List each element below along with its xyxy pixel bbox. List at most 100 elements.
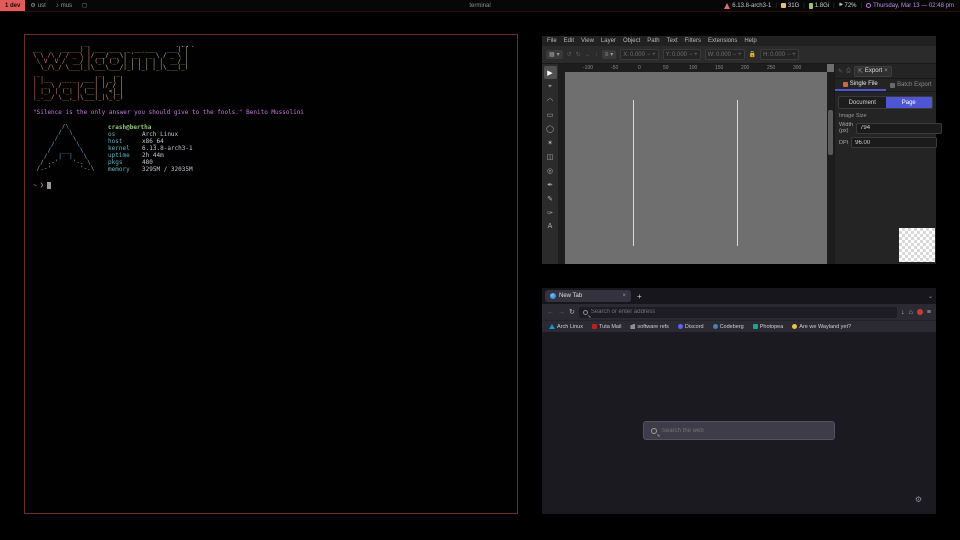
lock-ratio-icon[interactable]: 🔒 xyxy=(749,51,756,58)
tab-close-icon[interactable]: × xyxy=(622,293,626,299)
calligraphy-tool[interactable]: ✑ xyxy=(544,206,557,219)
single-file-tab[interactable]: Single File xyxy=(835,79,886,91)
new-tab-button[interactable]: + xyxy=(637,292,642,301)
arch-ascii-logo: /\ / \ / \ / \ / __ \ / | | \ / .-' '-. … xyxy=(33,124,98,173)
selector-tool[interactable]: ▶ xyxy=(544,66,557,79)
rectangle-tool[interactable]: ▭ xyxy=(544,108,557,121)
menu-text[interactable]: Text xyxy=(667,38,678,44)
export-dpi-input[interactable] xyxy=(851,137,937,148)
bookmark-folder-software-refs[interactable]: software refs xyxy=(630,324,668,330)
pencil-tool[interactable]: ✎ xyxy=(544,192,557,205)
folder-icon xyxy=(630,324,635,329)
browser-tab-new-tab[interactable]: New Tab × xyxy=(545,290,631,302)
url-input[interactable] xyxy=(591,309,893,315)
export-dialog-tab[interactable]: ⇱ Export × xyxy=(854,66,892,77)
codeberg-icon xyxy=(713,324,718,329)
bookmark-label: Codeberg xyxy=(720,324,744,330)
navigation-bar: ← → ↻ ↓ ⌂ ≡ xyxy=(542,304,936,320)
menu-path[interactable]: Path xyxy=(647,38,659,44)
bookmark-photopea[interactable]: Photopea xyxy=(753,324,784,330)
extension-badge-icon[interactable] xyxy=(917,309,923,315)
menu-layer[interactable]: Layer xyxy=(601,38,616,44)
forward-button[interactable]: → xyxy=(558,309,565,316)
menu-view[interactable]: View xyxy=(581,38,594,44)
batch-export-tab[interactable]: Batch Export xyxy=(886,79,937,91)
canvas-scrollbar[interactable] xyxy=(827,72,834,264)
selection-mode-dropdown[interactable]: ▦ ▾ xyxy=(546,50,563,59)
menu-button[interactable]: ≡ xyxy=(927,309,931,316)
stepper-buttons[interactable]: − + xyxy=(787,52,796,58)
document-scope-button[interactable]: Document xyxy=(839,97,886,108)
text-tool[interactable]: A xyxy=(544,220,557,233)
bookmark-tuta-mail[interactable]: Tuta Mail xyxy=(592,324,621,330)
w-value: 0.000 xyxy=(716,52,732,58)
workspace-ust[interactable]: ⚙ ust xyxy=(25,0,50,11)
workspace-mus[interactable]: ♪ mus xyxy=(51,0,77,11)
width-field[interactable]: W: 0.000 − + xyxy=(705,49,745,60)
export-tab-label: Export xyxy=(865,68,882,74)
align-icon: ≡ xyxy=(605,52,609,58)
rotate-cw-icon[interactable]: ↻ xyxy=(576,51,581,58)
terminal-window[interactable]: _ _ __ _____| | ___ ___ _ __ ___ ___| | … xyxy=(24,34,518,514)
menu-edit[interactable]: Edit xyxy=(564,38,574,44)
shape-builder-tool[interactable]: ◠ xyxy=(544,94,557,107)
page-scope-button[interactable]: Page xyxy=(886,97,933,108)
x-coordinate-field[interactable]: X: 0.000 − + xyxy=(620,49,658,60)
menu-extensions[interactable]: Extensions xyxy=(708,38,737,44)
bookmark-codeberg[interactable]: Codeberg xyxy=(713,324,744,330)
reload-button[interactable]: ↻ xyxy=(569,308,575,316)
bookmark-label: software refs xyxy=(637,324,668,330)
web-search-input[interactable] xyxy=(662,428,827,434)
shell-prompt[interactable]: ~ ❯ xyxy=(33,181,509,189)
url-bar[interactable] xyxy=(579,307,897,318)
spiral-tool[interactable]: ◎ xyxy=(544,164,557,177)
volume-module[interactable]: 🕪 72% xyxy=(839,2,857,9)
bookmark-label: Arch Linux xyxy=(557,324,583,330)
prompt-symbol: ❯ xyxy=(40,181,44,189)
menu-help[interactable]: Help xyxy=(744,38,756,44)
home-button[interactable]: ⌂ xyxy=(909,309,913,316)
align-dropdown[interactable]: ≡ ▾ xyxy=(602,50,617,59)
node-tool[interactable]: ⌖ xyxy=(544,80,557,93)
stepper-buttons[interactable]: − + xyxy=(733,52,742,58)
flip-horizontal-icon[interactable]: ↔ xyxy=(585,52,591,58)
newtab-settings-gear-icon[interactable]: ⚙ xyxy=(915,495,922,504)
stepper-buttons[interactable]: − + xyxy=(689,52,698,58)
web-search-box[interactable] xyxy=(643,421,835,440)
bookmark-label: Photopea xyxy=(760,324,784,330)
workspace-dev[interactable]: 1 dev xyxy=(0,0,25,11)
browser-window[interactable]: New Tab × + ⌄ ← → ↻ ↓ ⌂ ≡ Arch Linux Tut… xyxy=(542,288,936,514)
back-button[interactable]: ← xyxy=(547,309,554,316)
scrollbar-thumb[interactable] xyxy=(828,110,833,155)
stepper-buttons[interactable]: − + xyxy=(647,52,656,58)
ruler-tick: 0 xyxy=(638,65,641,71)
menu-object[interactable]: Object xyxy=(623,38,640,44)
art-accent-marks: ···· xyxy=(175,43,196,51)
close-icon[interactable]: × xyxy=(884,68,888,74)
downloads-button[interactable]: ↓ xyxy=(901,309,905,316)
printer-dialog-icon[interactable]: ⎙ xyxy=(846,68,851,75)
export-width-input[interactable] xyxy=(856,123,942,134)
rotate-ccw-icon[interactable]: ↺ xyxy=(567,51,572,58)
square-icon: ◻ xyxy=(82,2,87,9)
bookmark-discord[interactable]: Discord xyxy=(678,324,704,330)
user-host: crash@bertha xyxy=(108,124,193,131)
pen-tool[interactable]: ✒ xyxy=(544,178,557,191)
star-tool[interactable]: ✶ xyxy=(544,136,557,149)
image-size-heading: Image Size xyxy=(839,113,932,119)
bookmark-arch-linux[interactable]: Arch Linux xyxy=(549,324,583,330)
menu-file[interactable]: File xyxy=(547,38,557,44)
y-coordinate-field[interactable]: Y: 0.000 − + xyxy=(663,49,701,60)
box3d-tool[interactable]: ◫ xyxy=(544,150,557,163)
tab-list-chevron-icon[interactable]: ⌄ xyxy=(928,293,933,300)
workspace-empty[interactable]: ◻ xyxy=(77,0,92,11)
menu-filters[interactable]: Filters xyxy=(685,38,701,44)
canvas[interactable]: -100 -50 0 50 100 150 200 250 300 xyxy=(558,64,834,264)
flip-vertical-icon[interactable]: ↕ xyxy=(595,52,598,58)
inkscape-window[interactable]: File Edit View Layer Object Path Text Fi… xyxy=(542,36,936,264)
pencil-dialog-icon[interactable]: ✎ xyxy=(838,68,843,75)
image-icon xyxy=(843,82,848,87)
bookmark-are-we-wayland-yet[interactable]: Are we Wayland yet? xyxy=(792,324,851,330)
height-field[interactable]: H: 0.000 − + xyxy=(760,49,799,60)
ellipse-tool[interactable]: ◯ xyxy=(544,122,557,135)
